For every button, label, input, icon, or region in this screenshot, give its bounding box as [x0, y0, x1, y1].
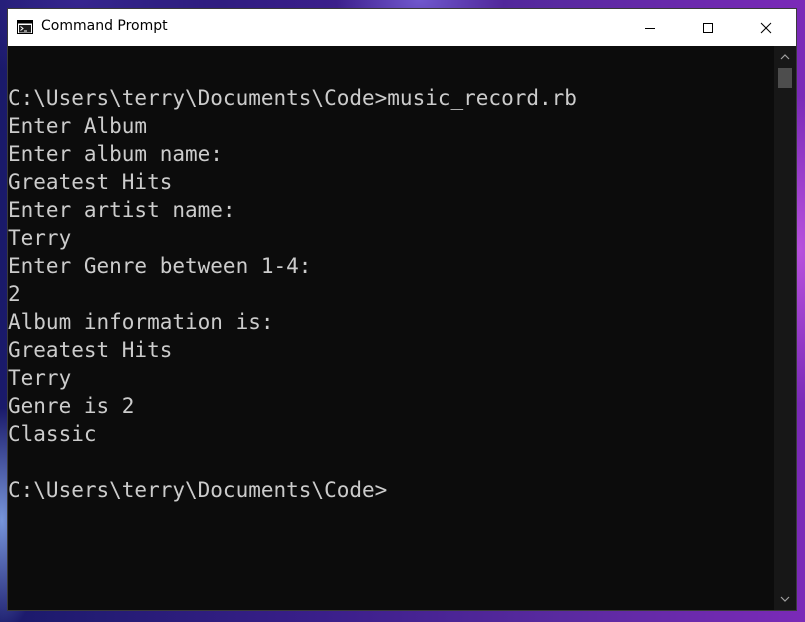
console-line: Classic — [8, 422, 97, 446]
console-line: Enter artist name: — [8, 198, 236, 222]
console-output[interactable]: C:\Users\terry\Documents\Code>music_reco… — [8, 46, 773, 610]
console-line: Enter Genre between 1-4: — [8, 254, 312, 278]
close-button[interactable] — [737, 9, 795, 46]
console-line: Enter album name: — [8, 142, 223, 166]
console-line: Enter Album — [8, 114, 148, 138]
title-bar[interactable]: Command Prompt — [8, 9, 796, 46]
console-line: Greatest Hits — [8, 170, 173, 194]
scroll-up-button[interactable] — [774, 48, 796, 66]
console-line: C:\Users\terry\Documents\Code> — [8, 478, 388, 502]
console-line: Terry — [8, 226, 72, 250]
scroll-down-icon — [780, 596, 790, 602]
console-line: Greatest Hits — [8, 338, 173, 362]
close-icon — [760, 22, 772, 33]
console-line: 2 — [8, 282, 21, 306]
vertical-scrollbar[interactable] — [774, 46, 796, 610]
console-line: Genre is 2 — [8, 394, 135, 418]
maximize-button[interactable] — [679, 9, 737, 46]
scroll-down-button[interactable] — [774, 590, 796, 608]
command-prompt-window: Command Prompt C:\Users\terry\Documents\… — [8, 9, 796, 610]
scroll-up-icon — [780, 54, 790, 60]
window-title: Command Prompt — [41, 18, 168, 34]
console-line: C:\Users\terry\Documents\Code>music_reco… — [8, 86, 577, 110]
console-line: Terry — [8, 366, 72, 390]
minimize-icon — [645, 27, 655, 29]
cmd-icon — [17, 19, 33, 34]
minimize-button[interactable] — [621, 9, 679, 46]
maximize-icon — [703, 22, 713, 33]
scroll-thumb[interactable] — [778, 68, 792, 88]
console-line: Album information is: — [8, 310, 274, 334]
